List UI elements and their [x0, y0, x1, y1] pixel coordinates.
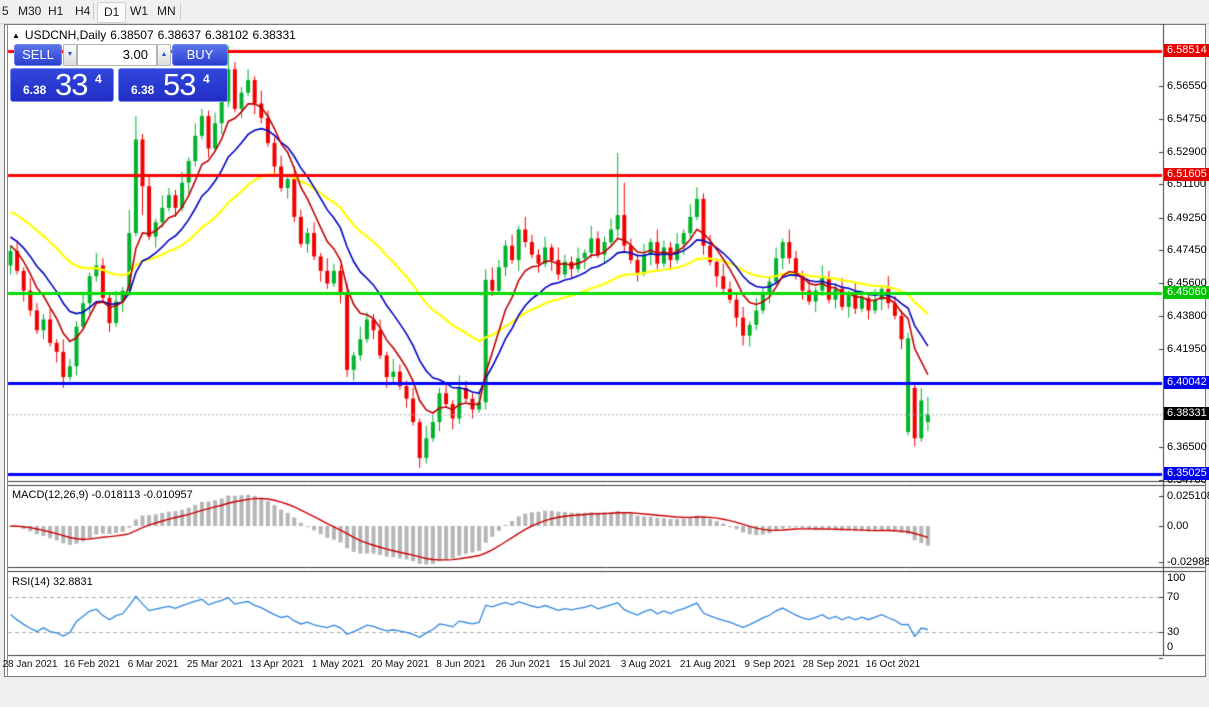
toolbar-separator	[180, 3, 181, 20]
timeframe-h1-button[interactable]: H1	[42, 2, 69, 21]
buy-button[interactable]: BUY	[172, 44, 228, 66]
timeframe-w1-button[interactable]: W1	[124, 2, 154, 21]
spread-increase-button[interactable]: ▲	[157, 44, 171, 66]
chart-canvas[interactable]	[0, 0, 1209, 707]
sell-price-prefix: 6.38	[23, 83, 47, 97]
timeframe-mn-button[interactable]: MN	[151, 2, 182, 21]
toolbar-separator	[93, 3, 94, 20]
sell-price-box[interactable]: 6.38 33 4	[10, 67, 114, 102]
buy-price-big: 53	[163, 67, 196, 102]
volume-input[interactable]: 3.00	[77, 44, 157, 66]
buy-price-sup: 4	[203, 72, 210, 86]
mt4-window: 5 M30 H1 H4 D1 W1 MN ▲ USDCNH,Daily 6.3850…	[0, 0, 1209, 707]
timeframe-toolbar: 5 M30 H1 H4 D1 W1 MN	[0, 0, 1209, 24]
sell-button[interactable]: SELL	[14, 44, 62, 66]
buy-price-prefix: 6.38	[131, 83, 155, 97]
timeframe-d1-button[interactable]: D1	[97, 2, 127, 23]
buy-price-box[interactable]: 6.38 53 4	[118, 67, 228, 102]
sell-price-sup: 4	[95, 72, 102, 86]
sell-price-big: 33	[55, 67, 88, 102]
spread-decrease-button[interactable]: ▼	[63, 44, 77, 66]
